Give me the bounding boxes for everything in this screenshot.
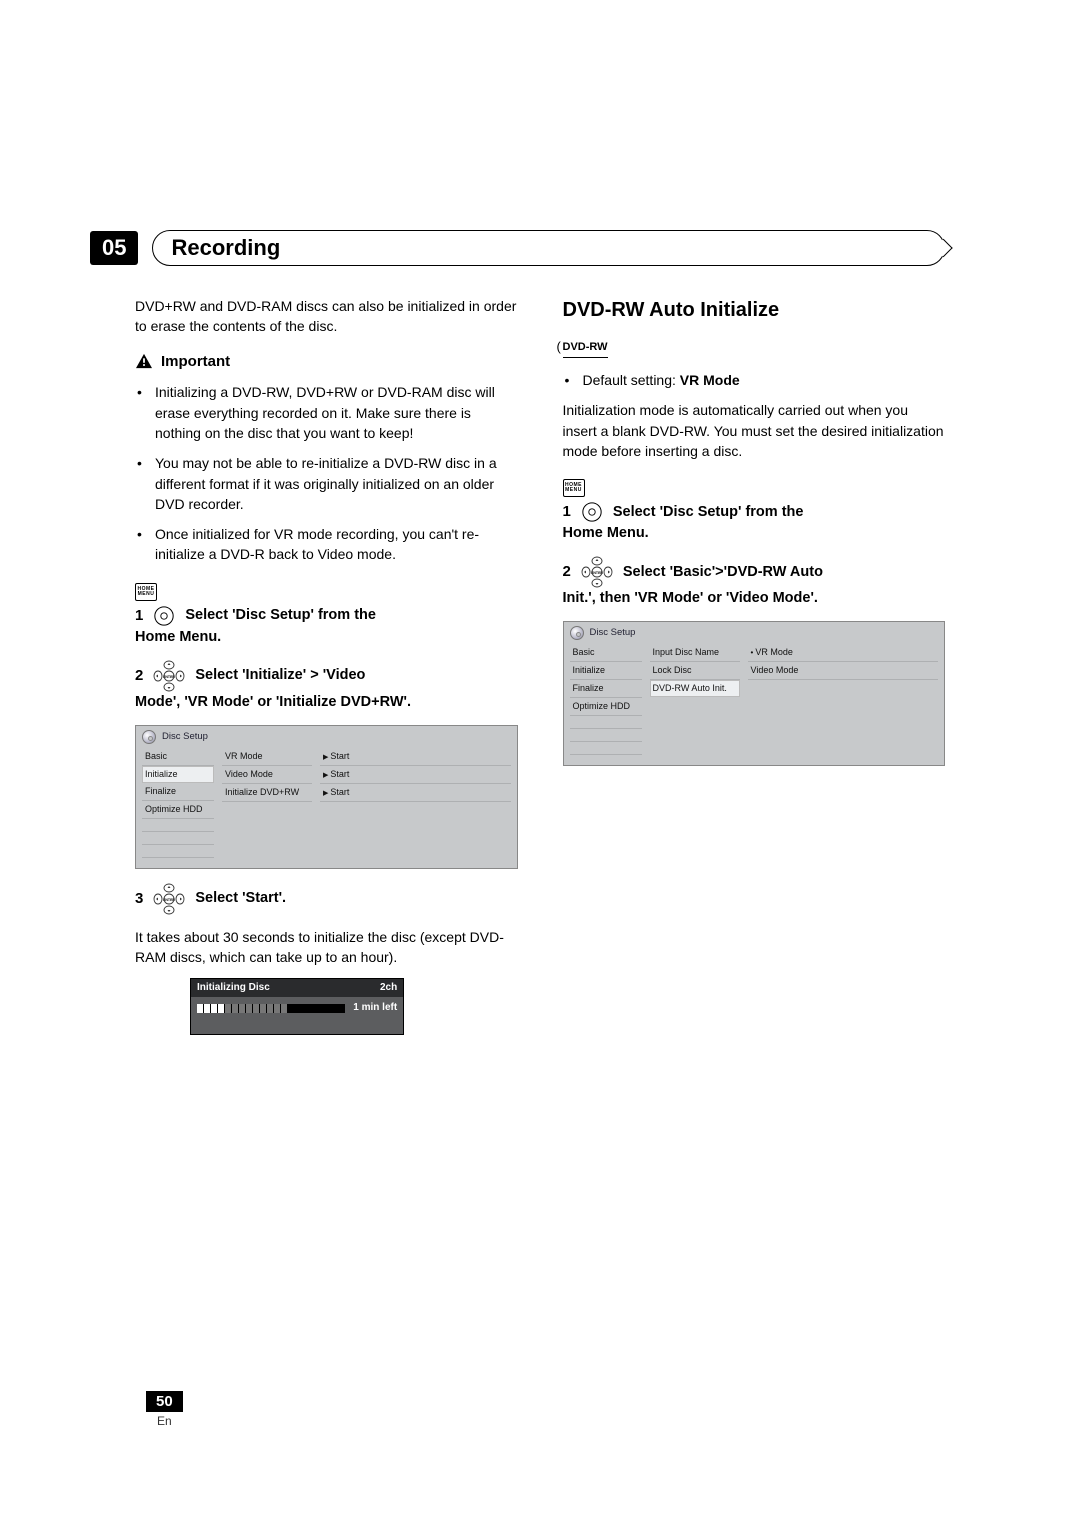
osd-item: Lock Disc: [650, 662, 740, 680]
step-number: 1: [563, 501, 571, 523]
page-footer: 50 En: [146, 1391, 183, 1428]
osd-item: Start: [320, 784, 511, 802]
two-column-layout: DVD+RW and DVD-RAM discs can also be ini…: [135, 296, 945, 1035]
chapter-header: 05 Recording: [90, 230, 945, 266]
osd-item: VR Mode: [222, 748, 312, 766]
right-step-2: 2 ENTER Select 'Basic'>'DVD-RW Auto Init…: [563, 556, 946, 609]
warning-triangle-icon: [135, 353, 153, 369]
home-menu-icon: HOMEMENU: [563, 479, 585, 497]
osd-item: Finalize: [142, 783, 214, 801]
step-2-text-a: Select 'Initialize' > 'Video: [195, 665, 365, 686]
step-2: 2 ENTER Select 'Initialize' > 'Video Mod…: [135, 660, 518, 713]
osd-title: Disc Setup: [590, 626, 636, 640]
disc-icon: [570, 626, 584, 640]
step-3-text: Select 'Start'.: [195, 888, 286, 909]
osd-col-mid: VR Mode Video Mode Initialize DVD+RW: [222, 748, 312, 858]
page-language: En: [146, 1414, 183, 1428]
right-step2-text-a: Select 'Basic'>'DVD-RW Auto: [623, 562, 823, 583]
important-label: Important: [161, 351, 230, 373]
important-item: You may not be able to re-initialize a D…: [149, 453, 518, 514]
chapter-title-pill: Recording: [152, 230, 945, 266]
dpad-icon: ENTER: [581, 556, 613, 588]
osd-item-selected: DVD-RW Auto Init.: [650, 680, 740, 697]
progress-bar: [197, 1004, 345, 1013]
initializing-progress-osd: Initializing Disc 2ch 1 min left: [190, 978, 404, 1035]
osd-col-mid: Input Disc Name Lock Disc DVD-RW Auto In…: [650, 644, 740, 755]
default-setting-list: Default setting: VR Mode: [563, 370, 946, 390]
enter-button-icon: [581, 501, 603, 523]
osd-item: Basic: [142, 748, 214, 766]
osd-item: Optimize HDD: [142, 801, 214, 819]
step-number: 3: [135, 888, 143, 910]
step-number: 1: [135, 605, 143, 627]
progress-channel: 2ch: [380, 981, 397, 996]
default-value: VR Mode: [680, 372, 740, 388]
osd-item: Basic: [570, 644, 642, 662]
disc-type-row: DVD-RW: [563, 335, 946, 358]
right-para: Initialization mode is automatically car…: [563, 400, 946, 461]
svg-text:ENTER: ENTER: [591, 571, 603, 575]
osd-item: Finalize: [570, 680, 642, 698]
important-item: Initializing a DVD-RW, DVD+RW or DVD-RAM…: [149, 382, 518, 443]
home-icon-text2: MENU: [565, 488, 582, 493]
home-icon-text2: MENU: [138, 592, 155, 597]
osd-col-right: VR Mode Video Mode: [748, 644, 939, 755]
home-menu-icon: HOMEMENU: [135, 583, 157, 601]
osd-col-right: Start Start Start: [320, 748, 511, 858]
osd-item: Start: [320, 748, 511, 766]
progress-title: Initializing Disc: [197, 981, 270, 996]
chapter-number-badge: 05: [90, 231, 138, 265]
enter-button-icon: [153, 605, 175, 627]
disc-setup-osd-2: Disc Setup Basic Initialize Finalize Opt…: [563, 621, 946, 766]
default-prefix: Default setting:: [583, 372, 680, 388]
right-step1-text-a: Select 'Disc Setup' from the: [613, 502, 804, 523]
osd-col-left: Basic Initialize Finalize Optimize HDD: [142, 748, 214, 858]
disc-setup-osd-1: Disc Setup Basic Initialize Finalize Opt…: [135, 725, 518, 869]
step-number: 2: [135, 665, 143, 687]
important-item: Once initialized for VR mode recording, …: [149, 524, 518, 565]
step-1-text-a: Select 'Disc Setup' from the: [185, 605, 376, 626]
section-heading: DVD-RW Auto Initialize: [563, 296, 946, 325]
progress-time: 1 min left: [353, 1001, 397, 1016]
dpad-icon: ENTER: [153, 660, 185, 692]
osd-item-selected: Initialize: [142, 766, 214, 783]
step-3-followup: It takes about 30 seconds to initialize …: [135, 927, 518, 968]
osd-item: Video Mode: [748, 662, 939, 680]
step-3: 3 ENTER Select 'Start'.: [135, 883, 518, 915]
manual-page: 05 Recording DVD+RW and DVD-RAM discs ca…: [0, 0, 1080, 1528]
right-step2-text-b: Init.', then 'VR Mode' or 'Video Mode'.: [563, 588, 946, 609]
osd-title: Disc Setup: [162, 730, 208, 744]
right-step-1: HOMEMENU 1 Select 'Disc Setup' from the …: [563, 471, 946, 544]
important-heading: Important: [135, 351, 518, 373]
chapter-title: Recording: [171, 235, 926, 261]
important-list: Initializing a DVD-RW, DVD+RW or DVD-RAM…: [135, 382, 518, 564]
right-step1-text-b: Home Menu.: [563, 523, 946, 544]
svg-text:ENTER: ENTER: [163, 675, 175, 679]
left-column: DVD+RW and DVD-RAM discs can also be ini…: [135, 296, 518, 1035]
osd-col-left: Basic Initialize Finalize Optimize HDD: [570, 644, 642, 755]
osd-item: Input Disc Name: [650, 644, 740, 662]
page-number: 50: [146, 1391, 183, 1412]
disc-icon: [142, 730, 156, 744]
osd-item: Initialize DVD+RW: [222, 784, 312, 802]
disc-type-label: DVD-RW: [563, 339, 608, 358]
intro-text: DVD+RW and DVD-RAM discs can also be ini…: [135, 296, 518, 337]
dpad-icon: ENTER: [153, 883, 185, 915]
osd-item: Initialize: [570, 662, 642, 680]
osd-item: Start: [320, 766, 511, 784]
svg-text:ENTER: ENTER: [163, 898, 175, 902]
step-number: 2: [563, 561, 571, 583]
osd-item: Video Mode: [222, 766, 312, 784]
right-column: DVD-RW Auto Initialize DVD-RW Default se…: [563, 296, 946, 1035]
step-1: HOMEMENU 1 Select 'Disc Setup' from the …: [135, 575, 518, 648]
step-2-text-b: Mode', 'VR Mode' or 'Initialize DVD+RW'.: [135, 692, 518, 713]
step-1-text-b: Home Menu.: [135, 627, 518, 648]
osd-item: Optimize HDD: [570, 698, 642, 716]
default-setting-item: Default setting: VR Mode: [577, 370, 946, 390]
osd-item: VR Mode: [748, 644, 939, 662]
